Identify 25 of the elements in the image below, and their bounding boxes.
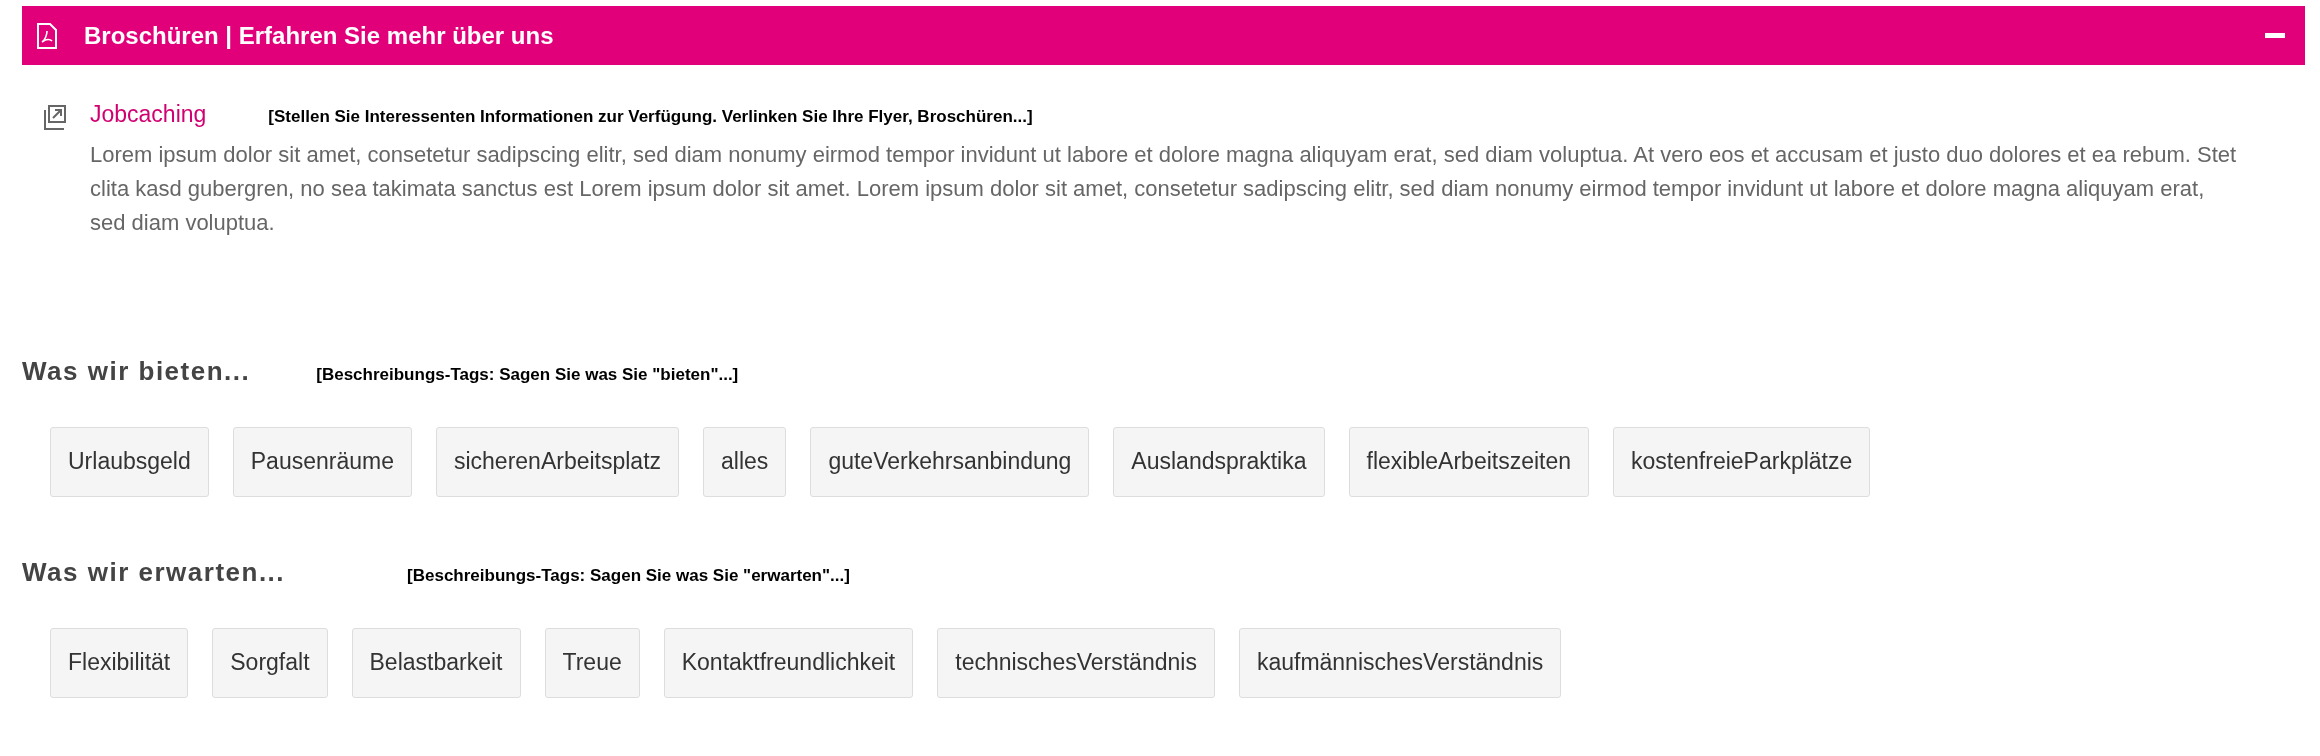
tag: Auslandspraktika [1113, 426, 1325, 497]
tag: kaufmännischesVerständnis [1238, 627, 1562, 698]
tag: Belastbarkeit [351, 627, 521, 698]
tag: Kontaktfreundlichkeit [663, 627, 914, 698]
tag: Sorgfalt [212, 627, 328, 698]
tag: sicherenArbeitsplatz [435, 426, 680, 497]
section-heading: Was wir erwarten... [22, 555, 286, 589]
tag: Flexibilität [50, 627, 189, 698]
description-text: Lorem ipsum dolor sit amet, consetetur sadipscing elitr, sed diam nonumy eirmod tempor invidunt ut labore et dolore magna aliquyam erat, sed diam voluptua. At vero eos et accusam et justo duo dolores et ea rebum. Stet clita kasd gubergren, no sea takimata sanctus est Lorem ipsum dolor sit amet. Lorem ipsum dolor sit amet, consetetur sadipscing elitr, sed diam nonumy eirmod tempor invidunt ut labore et dolore magna aliquyam erat, sed diam voluptua. [90, 140, 2238, 237]
tag: technischesVerständnis [937, 627, 1215, 698]
tag: guteVerkehrsanbindung [810, 426, 1090, 497]
tag: flexibleArbeitszeiten [1348, 426, 1590, 497]
tag: alles [703, 426, 787, 497]
collapse-icon[interactable] [2265, 33, 2285, 38]
tag: kostenfreieParkplätze [1613, 426, 1871, 497]
section-heading: Was wir bieten... [22, 354, 251, 388]
tag: Treue [544, 627, 640, 698]
panel-title: Broschüren | Erfahren Sie mehr über uns [84, 20, 554, 51]
hint-text: [Beschreibungs-Tags: Sagen Sie was Sie "bieten"...] [316, 363, 739, 386]
document-link[interactable]: Jobcaching [90, 97, 207, 132]
pdf-file-icon [36, 22, 58, 49]
hint-text: [Beschreibungs-Tags: Sagen Sie was Sie "erwarten"...] [407, 564, 850, 587]
hint-text: [Stellen Sie Interessenten Informationen zur Verfügung. Verlinken Sie Ihre Flyer, Broschüren...] [268, 106, 1033, 128]
tag: Pausenräume [232, 426, 412, 497]
tag: Urlaubsgeld [50, 426, 209, 497]
